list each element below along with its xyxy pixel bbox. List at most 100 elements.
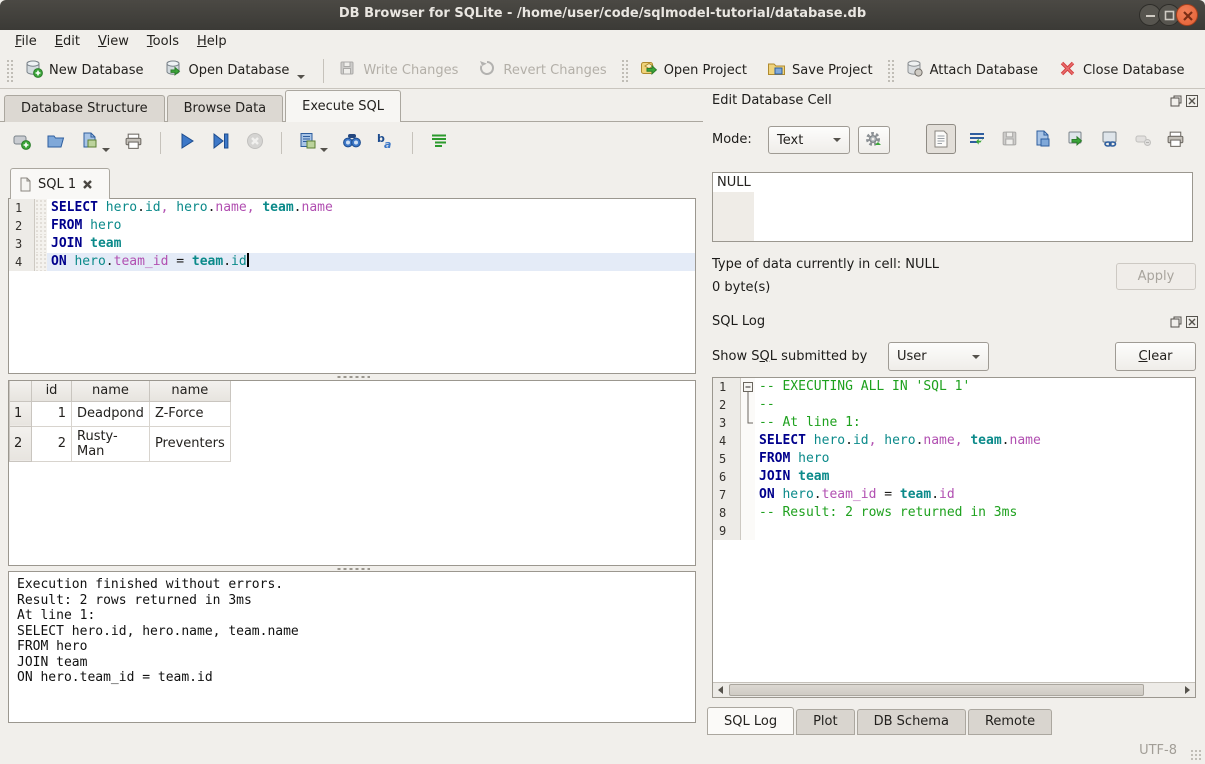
cell[interactable]: 1 (32, 401, 72, 426)
results-grid[interactable]: idnamename11DeadpondZ-Force22Rusty-ManPr… (8, 380, 696, 566)
print-button[interactable] (124, 131, 144, 155)
code-text: -- EXECUTING ALL IN 'SQL 1' (755, 378, 1195, 396)
execute-all-button[interactable] (177, 131, 197, 155)
column-header-id[interactable]: id (32, 381, 72, 401)
cell-editor[interactable]: NULL (712, 172, 1193, 242)
code-text (755, 522, 1195, 540)
new-sql-tab-button[interactable] (12, 131, 32, 155)
toolbar-drag-handle[interactable] (621, 59, 629, 83)
sql-log-view[interactable]: 1-- EXECUTING ALL IN 'SQL 1'2--3-- At li… (712, 377, 1196, 698)
text-view-icon (931, 129, 951, 153)
cell[interactable]: Z-Force (149, 401, 230, 426)
toolbar-button-label: Write Changes (363, 63, 458, 78)
splitter-editor-results[interactable] (336, 375, 370, 379)
chevron-down-icon[interactable] (102, 148, 110, 152)
cell[interactable]: 2 (32, 426, 72, 461)
cell[interactable]: Preventers (149, 426, 230, 461)
float-dock-icon[interactable] (1170, 95, 1182, 107)
open-sql-file-button[interactable] (46, 131, 66, 155)
menu-item-view[interactable]: View (89, 32, 138, 51)
row-header[interactable]: 2 (10, 426, 32, 461)
open-external-icon[interactable] (1100, 129, 1120, 149)
mode-label: Mode: (712, 132, 752, 147)
code-line: 2-- (713, 396, 1195, 414)
menu-item-file[interactable]: File (6, 32, 46, 51)
export-data-icon[interactable] (1066, 129, 1086, 149)
mode-select[interactable]: Text (768, 126, 850, 154)
text-view-button[interactable] (926, 124, 956, 154)
line-number: 7 (713, 486, 741, 504)
sql-tab[interactable]: SQL 1 (10, 168, 110, 199)
tab-browse-data[interactable]: Browse Data (167, 95, 284, 122)
horizontal-scrollbar[interactable] (713, 682, 1195, 697)
new-database-button[interactable]: New Database (16, 55, 156, 86)
open-project-button[interactable]: Open Project (631, 55, 759, 86)
close-tab-icon[interactable] (82, 179, 93, 190)
sql-log-title: SQL Log (712, 314, 765, 329)
close-dock-icon[interactable] (1186, 95, 1198, 107)
save-sql-file-button[interactable] (80, 131, 110, 155)
scrollbar-thumb[interactable] (729, 684, 1144, 696)
open-database-button[interactable]: Open Database (156, 55, 318, 86)
float-dock-icon[interactable] (1170, 316, 1182, 328)
close-button[interactable] (1176, 4, 1198, 26)
code-line: 4 SELECT hero.id, hero.name, team.name (713, 432, 1195, 450)
encoding-indicator[interactable]: UTF-8 (1139, 743, 1177, 758)
row-header[interactable]: 1 (10, 401, 32, 426)
save-results-button[interactable] (298, 131, 328, 155)
save-as-icon[interactable] (1033, 129, 1053, 149)
code-line: 5FROM hero (713, 450, 1195, 468)
grid-corner[interactable] (10, 381, 32, 401)
resize-grip-icon[interactable] (1190, 749, 1202, 761)
code-line: 8-- Result: 2 rows returned in 3ms (713, 504, 1195, 522)
toolbar-drag-handle[interactable] (887, 59, 895, 83)
execution-message[interactable]: Execution finished without errors. Resul… (8, 571, 696, 723)
dock-tab-remote[interactable]: Remote (968, 709, 1052, 735)
tab-database-structure[interactable]: Database Structure (4, 95, 165, 122)
clear-button[interactable]: Clear (1115, 342, 1196, 371)
menu-item-tools[interactable]: Tools (138, 32, 188, 51)
sql-editor[interactable]: 1SELECT hero.id, hero.name, team.name2FR… (8, 198, 696, 374)
save-project-icon (767, 59, 786, 82)
sql-filter-value: User (897, 349, 972, 364)
print-icon[interactable] (1166, 129, 1186, 149)
fold-margin (741, 378, 755, 396)
toolbar-drag-handle[interactable] (6, 59, 14, 83)
save-project-button[interactable]: Save Project (759, 55, 885, 86)
dock-tab-sql-log[interactable]: SQL Log (707, 707, 794, 735)
column-header-name[interactable]: name (149, 381, 230, 401)
chevron-down-icon[interactable] (297, 75, 305, 79)
auto-format-button[interactable]: ba (376, 131, 396, 155)
close-database-button[interactable]: Close Database (1050, 55, 1197, 86)
cell[interactable]: Deadpond (72, 401, 150, 426)
menu-item-edit[interactable]: Edit (46, 32, 89, 51)
execute-current-line-button[interactable] (211, 131, 231, 155)
line-number: 4 (713, 432, 741, 450)
chevron-down-icon[interactable] (320, 148, 328, 152)
code-text: SELECT hero.id, hero.name, team.name (755, 432, 1195, 450)
menu-item-help[interactable]: Help (188, 32, 236, 51)
fold-margin (741, 414, 755, 432)
cell[interactable]: Rusty-Man (72, 426, 150, 461)
sql-filter-select[interactable]: User (888, 342, 989, 371)
dock-tab-plot[interactable]: Plot (796, 709, 855, 735)
close-dock-icon[interactable] (1186, 316, 1198, 328)
scroll-left-icon[interactable] (713, 683, 728, 697)
apply-button[interactable]: Apply (1116, 263, 1196, 290)
find-button[interactable] (342, 131, 362, 155)
apply-format-button[interactable] (858, 126, 890, 154)
wrap-lines-icon[interactable] (967, 129, 987, 149)
fold-margin (741, 432, 755, 450)
word-wrap-button[interactable] (429, 131, 449, 155)
attach-database-button[interactable]: Attach Database (897, 55, 1050, 86)
dock-tab-db-schema[interactable]: DB Schema (857, 709, 966, 735)
scroll-right-icon[interactable] (1180, 683, 1195, 697)
column-header-name[interactable]: name (72, 381, 150, 401)
code-line: 3-- At line 1: (713, 414, 1195, 432)
cell-type-info: Type of data currently in cell: NULL (712, 257, 939, 272)
tab-execute-sql[interactable]: Execute SQL (285, 90, 401, 122)
fold-margin (35, 253, 47, 271)
line-number: 9 (713, 522, 741, 540)
line-number: 8 (713, 504, 741, 522)
fold-margin (741, 450, 755, 468)
